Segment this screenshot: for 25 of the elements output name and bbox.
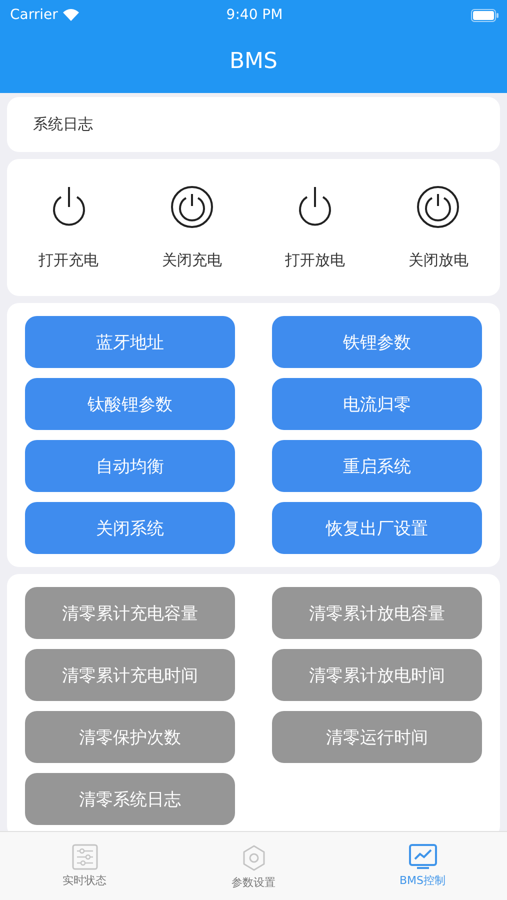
nav-title: BMS <box>228 48 279 76</box>
tab-item[interactable]: BMS控制 <box>399 873 446 888</box>
power-label: 关闭充电 <box>162 251 222 270</box>
command-button[interactable]: 自动均衡 <box>25 440 235 492</box>
clock-time: 9:40 PM <box>226 7 283 23</box>
power-icon[interactable] <box>417 185 460 229</box>
command-button[interactable]: 恢复出厂设置 <box>272 502 482 554</box>
carrier-label: Carrier <box>10 7 58 23</box>
command-button[interactable]: 重启系统 <box>272 440 482 492</box>
chart-monitor-icon <box>408 844 436 870</box>
power-icon[interactable] <box>170 185 213 229</box>
power-label: 打开充电 <box>38 251 99 270</box>
system-log-row[interactable]: 系统日志 <box>7 97 500 152</box>
command-button[interactable]: 钛酸锂参数 <box>25 378 235 430</box>
wifi-icon <box>62 9 79 21</box>
power-label: 关闭放电 <box>408 251 468 270</box>
sliders-icon <box>72 844 98 870</box>
battery-icon <box>470 8 499 22</box>
command-button[interactable]: 关闭系统 <box>25 502 235 554</box>
command-button[interactable]: 电流归零 <box>272 378 482 430</box>
power-label: 打开放电 <box>285 251 346 270</box>
tab-item[interactable]: 参数设置 <box>232 875 276 890</box>
command-button[interactable]: 铁锂参数 <box>272 316 482 368</box>
tab-item[interactable]: 实时状态 <box>62 873 106 888</box>
command-button[interactable]: 蓝牙地址 <box>25 316 235 368</box>
